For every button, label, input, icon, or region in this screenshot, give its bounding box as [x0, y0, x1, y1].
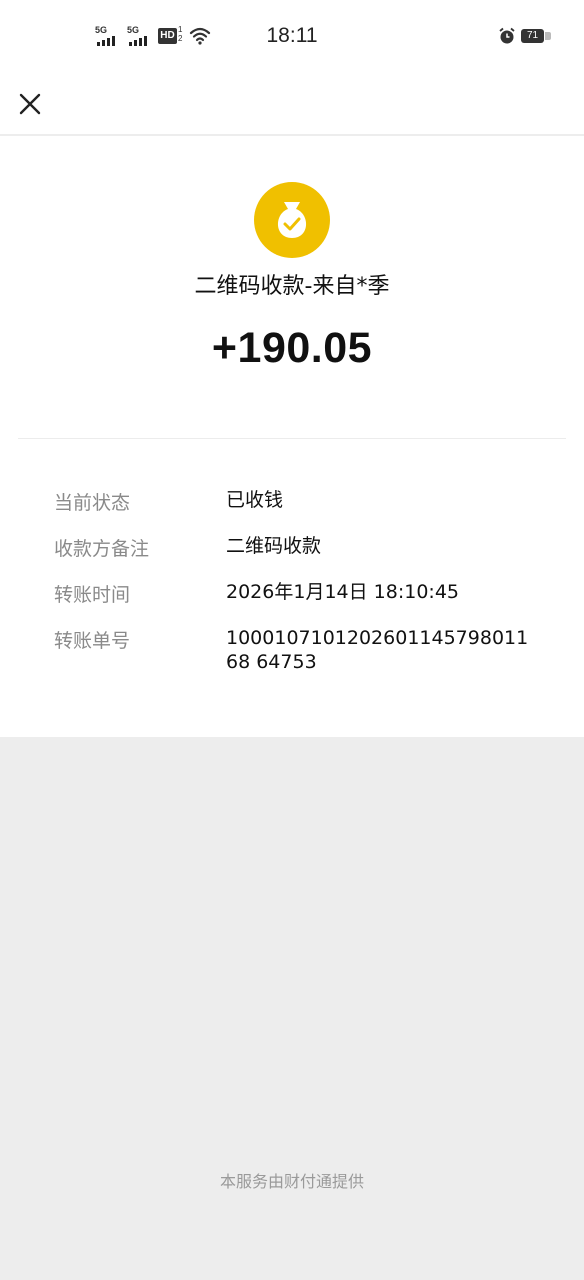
- detail-value[interactable]: 100010710120260114579801168 64753: [226, 626, 536, 674]
- detail-value: 已收钱: [226, 489, 284, 511]
- detail-label: 当前状态: [54, 492, 131, 514]
- status-bar: 5G 5G HD 1 2 18:11 71: [0, 0, 584, 76]
- battery-icon: 71: [521, 29, 551, 43]
- alarm-icon: [499, 27, 515, 44]
- clock-time: 18:11: [266, 24, 318, 47]
- transaction-title: 二维码收款-来自*季: [194, 274, 390, 299]
- divider: [18, 438, 566, 439]
- transaction-amount: +190.05: [211, 324, 373, 372]
- service-provider-footer: 本服务由财付通提供: [219, 1172, 364, 1191]
- receipt-card: 二维码收款-来自*季 +190.05 当前状态 已收钱 收款方备注 二维码收款 …: [0, 136, 584, 737]
- detail-label: 收款方备注: [54, 538, 150, 560]
- money-bag-check-icon: [254, 182, 330, 258]
- top-nav-bar: [0, 76, 584, 134]
- detail-value: 2026年1月14日 18:10:45: [226, 581, 459, 603]
- close-icon[interactable]: [14, 86, 48, 120]
- detail-label: 转账单号: [54, 630, 131, 652]
- detail-label: 转账时间: [54, 584, 131, 606]
- detail-value: 二维码收款: [226, 535, 322, 557]
